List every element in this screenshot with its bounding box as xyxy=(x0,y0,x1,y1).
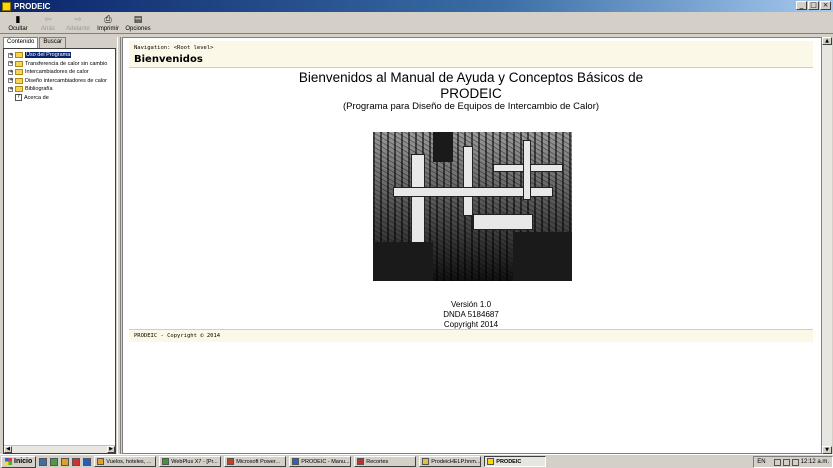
back-arrow-icon: ⇦ xyxy=(44,15,52,25)
tree-item-uso-del-programa[interactable]: + Uso del Programa xyxy=(8,51,115,60)
network-icon[interactable] xyxy=(773,458,781,466)
word-icon xyxy=(292,458,300,465)
navigation-pane: Contenido Buscar + Uso del Programa + Tr… xyxy=(3,37,116,454)
expand-icon[interactable]: + xyxy=(8,61,13,67)
navigation-path: Navigation: <Root level> xyxy=(134,45,214,51)
tree-item-label: Uso del Programa xyxy=(25,52,72,59)
welcome-heading: Bienvenidos al Manual de Ayuda y Concept… xyxy=(298,70,644,101)
folder-icon xyxy=(15,77,23,84)
desktop-icon[interactable] xyxy=(39,457,48,466)
windows-logo-icon xyxy=(5,458,12,465)
forward-arrow-icon: ⇨ xyxy=(74,15,82,25)
hide-icon: ▮ xyxy=(15,15,21,25)
tab-search[interactable]: Buscar xyxy=(39,37,67,48)
task-prodeic-manual[interactable]: PRODEIC - Manu... xyxy=(289,456,352,467)
tree-item-label: Diseño intercambiadores de calor xyxy=(25,77,107,84)
topic-footer: PRODEIC - Copyright © 2014 xyxy=(129,329,813,342)
print-button[interactable]: ⎙ Imprimir xyxy=(94,12,122,34)
scroll-left-icon[interactable]: ◀ xyxy=(4,446,12,453)
language-indicator[interactable]: EN xyxy=(757,459,765,465)
tree-item-bibliografia[interactable]: + Bibliografía xyxy=(8,85,115,94)
expand-icon[interactable]: + xyxy=(8,52,13,58)
vertical-scrollbar[interactable]: ▲ ▼ xyxy=(822,37,832,454)
taskbar: Inicio Vuelos, hoteles, ... WebPlus X7 -… xyxy=(0,454,833,468)
tab-contents[interactable]: Contenido xyxy=(3,37,39,48)
task-prodeic[interactable]: PRODEIC xyxy=(484,456,547,467)
task-recortes[interactable]: Recortes xyxy=(354,456,417,467)
scroll-up-icon[interactable]: ▲ xyxy=(822,37,832,45)
pane-splitter[interactable] xyxy=(117,37,121,454)
topic-content: Navigation: <Root level> Bienvenidos Bie… xyxy=(122,37,822,454)
task-browser[interactable]: Vuelos, hoteles, ... xyxy=(94,456,157,467)
printer-icon: ⎙ xyxy=(104,15,112,25)
folder-icon xyxy=(15,86,23,93)
dnda-text: DNDA 5184687 xyxy=(443,310,499,319)
scroll-right-icon[interactable]: ▶ xyxy=(107,446,115,453)
topic-header: Navigation: <Root level> Bienvenidos xyxy=(129,41,813,68)
window-title: PRODEIC xyxy=(14,1,51,11)
back-button[interactable]: ⇦ Atrás xyxy=(34,12,62,34)
tree-item-label: Bibliografía xyxy=(25,86,53,93)
task-prodeichelp[interactable]: ProdeicHELP.hnm... xyxy=(419,456,482,467)
tree-item-transferencia[interactable]: + Transferencia de calor sin cambio xyxy=(8,60,115,69)
minimize-button[interactable]: _ xyxy=(796,1,807,10)
volume-icon[interactable] xyxy=(782,458,790,466)
folder-icon xyxy=(15,69,23,76)
close-button[interactable]: × xyxy=(820,1,831,10)
restore-button[interactable]: □ xyxy=(808,1,819,10)
options-icon: ▤ xyxy=(133,15,143,25)
tree-item-label: Intercambiadores de calor xyxy=(25,69,89,76)
scroll-down-icon[interactable]: ▼ xyxy=(822,446,832,454)
task-webplus[interactable]: WebPlus X7 - [Pr... xyxy=(159,456,222,467)
forward-button[interactable]: ⇨ Adelante xyxy=(64,12,92,34)
clock[interactable]: 12:12 a.m. xyxy=(801,459,829,465)
snipping-icon xyxy=(357,458,365,465)
version-text: Versión 1.0 xyxy=(450,300,492,309)
help-page-icon: ? xyxy=(15,94,22,102)
folder-icon[interactable] xyxy=(61,457,70,466)
folder-icon xyxy=(15,60,23,67)
app-icon[interactable] xyxy=(72,457,81,466)
expand-icon[interactable]: + xyxy=(8,86,13,92)
horizontal-scrollbar[interactable]: ◀ ▶ xyxy=(4,445,115,453)
task-powerpoint[interactable]: Microsoft Power... xyxy=(224,456,287,467)
page-title: Bienvenidos xyxy=(134,54,203,65)
tree-item-label: Transferencia de calor sin cambio xyxy=(25,60,108,67)
window-controls: _ □ × xyxy=(796,1,831,10)
help-app-icon xyxy=(2,1,11,11)
contents-tree: + Uso del Programa + Transferencia de ca… xyxy=(3,48,116,454)
tree-item-diseno[interactable]: + Diseño intercambiadores de calor xyxy=(8,77,115,86)
powerpoint-icon xyxy=(227,458,235,465)
options-button[interactable]: ▤ Opciones xyxy=(124,12,152,34)
toolbar: ▮ Ocultar ⇦ Atrás ⇨ Adelante ⎙ Imprimir … xyxy=(0,12,833,34)
help-app-icon xyxy=(487,458,495,465)
explorer-icon[interactable] xyxy=(50,457,59,466)
help-file-icon xyxy=(422,458,430,465)
browser-icon xyxy=(97,458,105,465)
folder-icon xyxy=(15,52,23,59)
heat-exchanger-illustration xyxy=(373,132,572,281)
webplus-icon xyxy=(162,458,170,465)
tree-item-label: Acerca de xyxy=(24,94,49,101)
expand-icon[interactable]: + xyxy=(8,69,13,75)
system-tray: EN 12:12 a.m. xyxy=(753,456,833,468)
expand-icon[interactable]: + xyxy=(8,78,13,84)
tree-item-intercambiadores[interactable]: + Intercambiadores de calor xyxy=(8,68,115,77)
app-icon[interactable] xyxy=(83,457,92,466)
welcome-subheading: (Programa para Diseño de Equipos de Inte… xyxy=(342,101,600,112)
hide-button[interactable]: ▮ Ocultar xyxy=(4,12,32,34)
title-bar: PRODEIC _ □ × xyxy=(0,0,833,12)
pane-tabs: Contenido Buscar xyxy=(3,37,116,48)
start-button[interactable]: Inicio xyxy=(1,455,37,468)
security-icon[interactable] xyxy=(791,458,799,466)
tree-item-acerca-de[interactable]: ? Acerca de xyxy=(8,94,115,103)
